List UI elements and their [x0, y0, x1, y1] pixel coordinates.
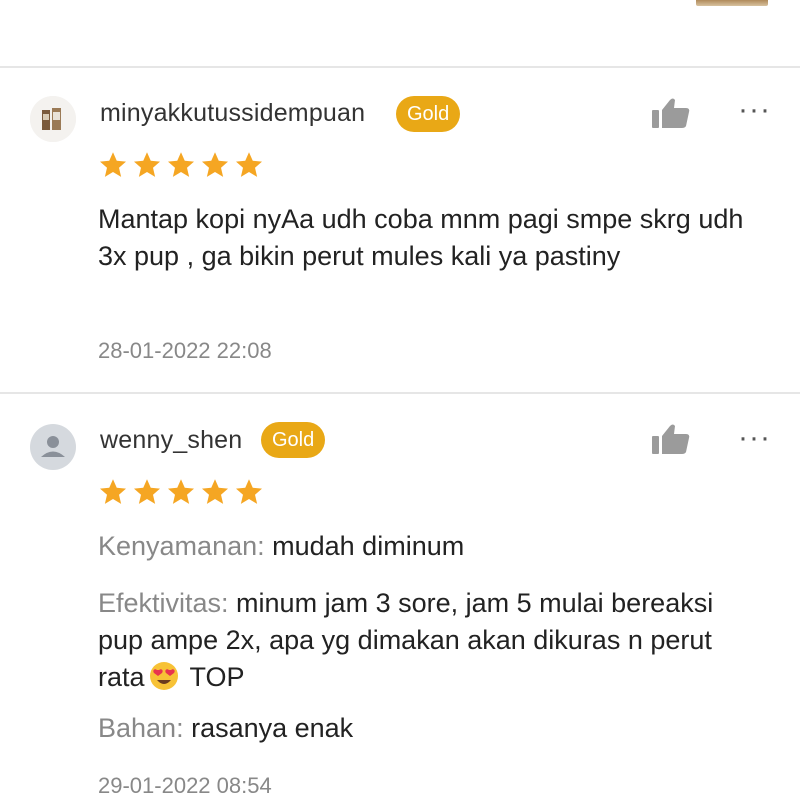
star-icon: [168, 152, 194, 177]
star-icon: [236, 152, 262, 177]
review-date: 29-01-2022 08:54: [98, 773, 272, 798]
attribute-suffix: TOP: [182, 662, 245, 692]
attribute-label: Kenyamanan:: [98, 531, 265, 561]
attribute-value: mudah diminum: [264, 531, 465, 561]
star-rating: [98, 477, 264, 507]
more-options-icon[interactable]: ···: [738, 423, 771, 453]
heart-eyes-emoji-icon: [149, 662, 178, 690]
star-icon: [134, 152, 160, 177]
avatar-product-image: [30, 96, 76, 142]
review-username[interactable]: wenny_shen: [100, 426, 242, 455]
review-attribute-efektivitas: Efektivitas: minum jam 3 sore, jam 5 mul…: [98, 585, 758, 696]
avatar[interactable]: [30, 424, 76, 470]
star-icon: [134, 479, 160, 504]
review-username[interactable]: minyakkutussidempuan: [100, 99, 365, 128]
review-date: 28-01-2022 22:08: [98, 338, 272, 363]
star-icon: [236, 479, 262, 504]
star-icon: [100, 479, 126, 504]
avatar[interactable]: [30, 96, 76, 142]
review-photo-thumbnail[interactable]: [696, 0, 768, 6]
star-icon: [100, 152, 126, 177]
gold-badge: Gold: [261, 422, 326, 458]
thumbs-up-icon[interactable]: [650, 422, 692, 456]
star-icon: [202, 479, 228, 504]
divider: [0, 66, 800, 68]
divider: [0, 392, 800, 394]
review-attribute-bahan: Bahan: rasanya enak: [98, 710, 758, 747]
review-attribute-kenyamanan: Kenyamanan: mudah diminum: [98, 528, 758, 565]
star-icon: [202, 152, 228, 177]
star-icon: [168, 479, 194, 504]
review-text: Mantap kopi nyAa udh coba mnm pagi smpe …: [98, 204, 744, 271]
default-user-icon: [41, 436, 65, 457]
attribute-label: Bahan:: [98, 713, 184, 743]
gold-badge: Gold: [396, 96, 461, 132]
attribute-value: rasanya enak: [183, 713, 354, 743]
previous-review-bottom: [0, 0, 800, 66]
attribute-label: Efektivitas:: [98, 588, 229, 618]
star-rating: [98, 150, 264, 180]
more-options-icon[interactable]: ···: [738, 95, 771, 125]
thumbs-up-icon[interactable]: [650, 96, 692, 130]
